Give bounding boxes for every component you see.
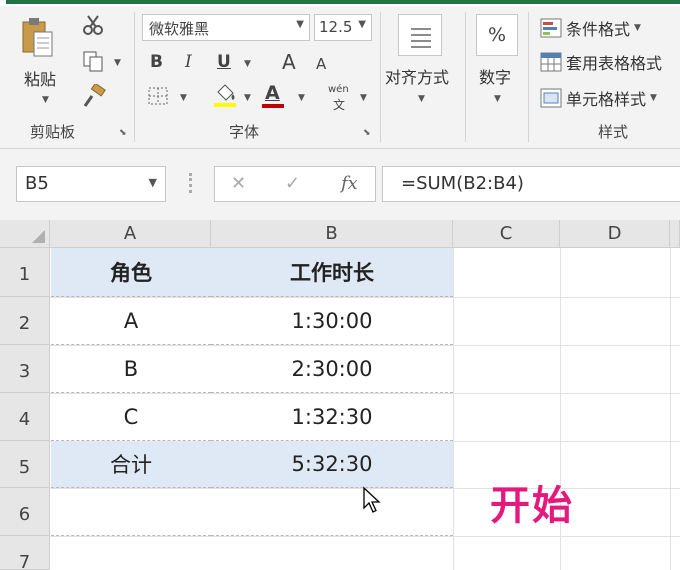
phonetic-dropdown-icon[interactable]: ▼ <box>360 93 367 103</box>
cell-b5[interactable]: 5:32:30 <box>211 441 453 488</box>
cell-a6[interactable] <box>51 488 211 536</box>
ribbon: 粘贴 ▼ ▼ 剪贴板 ⬊ 微软雅黑 ▼ 12.5 ▼ B I U ▼ A A ▼ <box>0 0 680 149</box>
column-header-b[interactable]: B <box>211 220 453 248</box>
table-format-icon <box>540 52 562 72</box>
chevron-down-icon: ▼ <box>296 19 304 30</box>
phonetic-top: wén <box>328 84 349 95</box>
font-size-value: 12.5 <box>319 18 353 36</box>
fill-color-icon[interactable] <box>212 82 238 108</box>
font-name-select[interactable]: 微软雅黑 ▼ <box>142 14 310 41</box>
font-color-dropdown-icon[interactable]: ▼ <box>298 93 305 103</box>
formula-bar-splitter[interactable] <box>189 173 193 193</box>
paste-icon <box>22 18 53 57</box>
ribbon-accent-bar <box>6 0 680 4</box>
formula-buttons: ✕ ✓ fx <box>214 166 376 202</box>
fill-dropdown-icon[interactable]: ▼ <box>244 93 251 103</box>
styles-group-label: 样式 <box>598 123 629 141</box>
cancel-icon[interactable]: ✕ <box>231 173 246 194</box>
border-icon[interactable] <box>147 86 169 106</box>
font-group-label: 字体 <box>229 123 260 141</box>
cell-styles-label: 单元格样式 <box>566 90 647 109</box>
insert-function-icon[interactable]: fx <box>341 173 358 194</box>
conditional-format-icon <box>540 18 562 38</box>
name-box-value: B5 <box>25 173 49 194</box>
select-all-button[interactable] <box>0 220 50 248</box>
font-launcher-icon[interactable]: ⬊ <box>363 128 371 138</box>
underline-dropdown-icon[interactable]: ▼ <box>244 59 251 69</box>
cell-b1[interactable]: 工作时长 <box>211 248 453 297</box>
enter-icon[interactable]: ✓ <box>285 173 300 194</box>
cell-a2[interactable]: A <box>51 297 211 345</box>
alignment-label: 对齐方式 <box>385 68 450 87</box>
copy-dropdown-icon[interactable]: ▼ <box>114 58 121 68</box>
chevron-down-icon: ▼ <box>650 93 657 103</box>
chevron-down-icon: ▼ <box>634 23 641 33</box>
alignment-dropdown-icon: ▼ <box>418 94 425 104</box>
format-as-table-label: 套用表格格式 <box>566 54 663 73</box>
row-header-5[interactable]: 5 <box>0 441 50 488</box>
cell-a5[interactable]: 合计 <box>51 441 211 488</box>
row-header-3[interactable]: 3 <box>0 345 50 393</box>
mouse-pointer-icon <box>363 486 381 513</box>
shrink-font-button[interactable]: A <box>316 55 326 73</box>
row-header-6[interactable]: 6 <box>0 488 50 536</box>
row-header-1[interactable]: 1 <box>0 248 50 297</box>
font-size-select[interactable]: 12.5 ▼ <box>314 14 372 41</box>
font-color-swatch <box>262 104 284 108</box>
copy-icon[interactable] <box>82 50 104 72</box>
chevron-down-icon: ▼ <box>148 176 157 189</box>
align-icon <box>411 28 431 48</box>
number-label: 数字 <box>479 68 512 87</box>
clipboard-group-label: 剪贴板 <box>30 123 76 141</box>
font-color-letter: A <box>265 82 280 104</box>
start-overlay-text: 开始 <box>490 483 574 529</box>
cut-icon[interactable] <box>82 14 104 36</box>
formula-bar: B5 ▼ ✕ ✓ fx =SUM(B2:B4) <box>0 149 680 220</box>
row-header-7[interactable]: 7 <box>0 536 50 570</box>
number-dropdown-icon: ▼ <box>494 94 501 104</box>
cell-a3[interactable]: B <box>51 345 211 393</box>
chevron-down-icon: ▼ <box>358 19 366 30</box>
formula-input[interactable]: =SUM(B2:B4) <box>382 166 680 202</box>
format-painter-icon[interactable] <box>82 84 106 108</box>
cell-style-icon <box>540 88 562 108</box>
column-header-c[interactable]: C <box>453 220 560 248</box>
conditional-format-button[interactable]: 条件格式 ▼ <box>540 16 641 40</box>
underline-button[interactable]: U <box>217 52 231 72</box>
border-dropdown-icon[interactable]: ▼ <box>180 93 187 103</box>
font-name-value: 微软雅黑 <box>149 20 210 38</box>
grow-font-button[interactable]: A <box>282 50 296 74</box>
phonetic-bottom: 文 <box>333 98 346 112</box>
clipboard-launcher-icon[interactable]: ⬊ <box>119 128 127 138</box>
cell-b2[interactable]: 1:30:00 <box>211 297 453 345</box>
column-header-a[interactable]: A <box>50 220 211 248</box>
paste-dropdown-icon: ▼ <box>42 95 49 105</box>
worksheet-grid: A B C D 1 2 3 4 5 6 7 角色 工作时长 A 1:30:00 … <box>0 220 680 570</box>
italic-button[interactable]: I <box>185 52 192 72</box>
row-header-4[interactable]: 4 <box>0 393 50 441</box>
paste-label: 粘贴 <box>24 70 57 89</box>
percent-icon: % <box>476 14 518 56</box>
format-as-table-button[interactable]: 套用表格格式 <box>540 50 662 74</box>
bold-button[interactable]: B <box>150 52 163 72</box>
row-header-2[interactable]: 2 <box>0 297 50 345</box>
name-box[interactable]: B5 ▼ <box>16 166 166 202</box>
cell-b6[interactable] <box>211 488 453 536</box>
cell-b4[interactable]: 1:32:30 <box>211 393 453 441</box>
cell-styles-button[interactable]: 单元格样式 ▼ <box>540 86 657 110</box>
formula-value: =SUM(B2:B4) <box>401 173 524 194</box>
cell-a1[interactable]: 角色 <box>51 248 211 297</box>
column-header-d[interactable]: D <box>560 220 670 248</box>
column-header-e[interactable] <box>670 220 680 248</box>
cell-a4[interactable]: C <box>51 393 211 441</box>
cell-b3[interactable]: 2:30:00 <box>211 345 453 393</box>
conditional-format-label: 条件格式 <box>566 20 631 39</box>
